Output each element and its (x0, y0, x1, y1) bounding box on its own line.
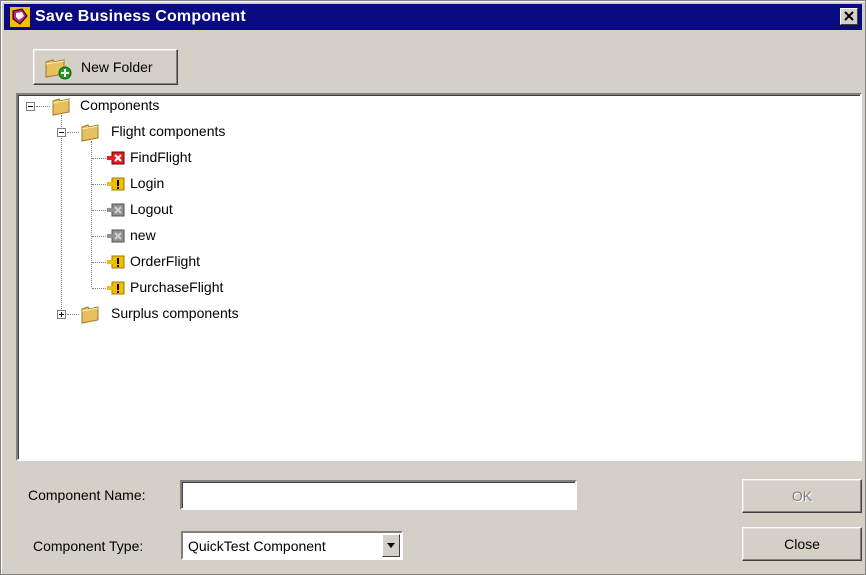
component-type-value: QuickTest Component (188, 538, 326, 554)
tree-label: OrderFlight (130, 253, 201, 269)
window-title: Save Business Component (35, 8, 246, 25)
new-folder-button[interactable]: New Folder (33, 49, 178, 85)
tree-label: Flight components (111, 123, 226, 139)
component-warning-icon (106, 279, 126, 300)
app-icon (10, 7, 30, 27)
tree-node-components[interactable]: Components (18, 95, 318, 117)
tree-node-surplus-components[interactable]: Surplus components (18, 303, 338, 325)
dropdown-button[interactable] (382, 534, 400, 557)
expand-icon[interactable] (57, 310, 66, 319)
component-type-select[interactable]: QuickTest Component (181, 531, 403, 560)
new-folder-icon (44, 56, 72, 83)
title-bar[interactable]: Save Business Component (4, 4, 862, 30)
folder-open-icon (81, 122, 103, 145)
component-warning-icon (106, 175, 126, 196)
tree-item-new[interactable]: new (18, 225, 318, 247)
component-gray-icon (106, 201, 126, 222)
component-warning-icon (106, 253, 126, 274)
close-icon (844, 11, 854, 21)
new-folder-label: New Folder (81, 59, 153, 75)
chevron-down-icon (387, 543, 395, 548)
component-gray-icon (106, 227, 126, 248)
tree-item-purchaseflight[interactable]: PurchaseFlight (18, 277, 318, 299)
tree-label: FindFlight (130, 149, 192, 165)
tree-item-login[interactable]: Login (18, 173, 318, 195)
tree-item-orderflight[interactable]: OrderFlight (18, 251, 318, 273)
close-button[interactable]: Close (742, 527, 862, 561)
tree-node-flight-components[interactable]: Flight components (18, 121, 338, 143)
tree-label: Components (80, 97, 160, 113)
component-name-input[interactable] (180, 480, 577, 510)
collapse-icon[interactable] (57, 128, 66, 137)
component-name-label: Component Name: (28, 487, 146, 503)
component-tree[interactable]: Components Flight components FindFlight (16, 93, 862, 461)
tree-label: Surplus components (111, 305, 239, 321)
component-error-icon (106, 149, 126, 170)
collapse-icon[interactable] (26, 102, 35, 111)
folder-closed-icon (81, 304, 103, 327)
tree-item-logout[interactable]: Logout (18, 199, 318, 221)
tree-label: new (130, 227, 156, 243)
tree-item-findflight[interactable]: FindFlight (18, 147, 318, 169)
folder-open-icon (52, 96, 74, 119)
tree-label: PurchaseFlight (130, 279, 224, 295)
close-window-button[interactable] (840, 8, 858, 25)
save-business-component-dialog: Save Business Component New Folder Compo… (0, 0, 866, 575)
ok-button[interactable]: OK (742, 479, 862, 513)
component-type-label: Component Type: (33, 538, 144, 554)
tree-label: Login (130, 175, 165, 191)
tree-label: Logout (130, 201, 173, 217)
